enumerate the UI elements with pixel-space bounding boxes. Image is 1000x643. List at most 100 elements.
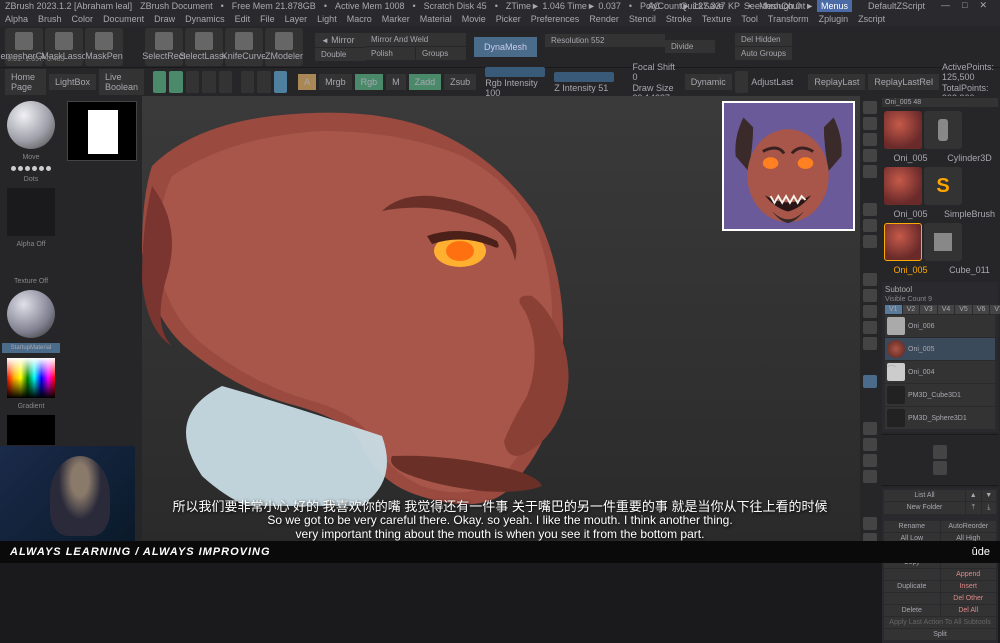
delother-button[interactable]: Del Other — [941, 593, 997, 604]
rotate-mode-icon[interactable] — [219, 71, 232, 93]
tool-preview-2[interactable] — [884, 167, 922, 205]
color-picker[interactable] — [7, 358, 55, 398]
menu-alpha[interactable]: Alpha — [5, 14, 28, 24]
xpose-icon[interactable] — [863, 470, 877, 483]
append-button[interactable]: Append — [941, 569, 997, 580]
seethrough-slider[interactable]: See-through 0 — [740, 0, 805, 12]
menu-movie[interactable]: Movie — [462, 14, 486, 24]
draw-mode-icon[interactable] — [169, 71, 182, 93]
menu-light[interactable]: Light — [317, 14, 337, 24]
menus-button[interactable]: Menus — [817, 0, 852, 12]
actual-icon[interactable] — [863, 149, 877, 162]
subtool-tab-v4[interactable]: V4 — [938, 305, 955, 314]
menu-layer[interactable]: Layer — [285, 14, 308, 24]
subtool-tab-v6[interactable]: V6 — [973, 305, 990, 314]
rename-button[interactable]: Rename — [884, 521, 940, 532]
replaylastrel-button[interactable]: ReplayLastRel — [868, 74, 939, 90]
listall-button[interactable]: List All — [884, 490, 965, 501]
menu-draw[interactable]: Draw — [154, 14, 175, 24]
tool-maskpen[interactable]: MaskPen — [85, 28, 123, 66]
menu-macro[interactable]: Macro — [347, 14, 372, 24]
scroll-icon[interactable] — [863, 117, 877, 130]
close-icon[interactable]: ✕ — [979, 0, 987, 12]
applylast-button[interactable]: Apply Last Action To All Subtools — [884, 617, 996, 628]
adjust-icon[interactable] — [735, 71, 748, 93]
lightbox-button[interactable]: LightBox — [49, 74, 96, 90]
stroke-dots-icon[interactable] — [11, 166, 51, 171]
auto-groups[interactable]: Auto Groups — [735, 47, 792, 60]
menu-render[interactable]: Render — [589, 14, 619, 24]
subtool-tab-v5[interactable]: V5 — [955, 305, 972, 314]
document-thumbnail[interactable] — [67, 101, 137, 161]
subtool-tab-v3[interactable]: V3 — [920, 305, 937, 314]
reference-image[interactable] — [722, 101, 855, 231]
persp-icon[interactable] — [863, 203, 877, 216]
frame-icon[interactable] — [863, 273, 877, 286]
bottom-icon[interactable]: ⤓ — [982, 502, 997, 514]
menu-brush[interactable]: Brush — [38, 14, 62, 24]
homepage-button[interactable]: Home Page — [5, 69, 46, 95]
arrow-down-icon[interactable] — [933, 461, 947, 475]
m-button[interactable]: M — [386, 74, 406, 90]
menu-marker[interactable]: Marker — [382, 14, 410, 24]
minimize-icon[interactable]: — — [941, 0, 950, 12]
up-icon[interactable]: ▲ — [966, 490, 981, 501]
z-intensity-slider[interactable]: Z Intensity 51 — [554, 83, 614, 93]
autoreorder-button[interactable]: AutoReorder — [941, 521, 997, 532]
scale-mode-icon[interactable] — [202, 71, 215, 93]
del-hidden[interactable]: Del Hidden — [735, 33, 792, 46]
menu-file[interactable]: File — [260, 14, 275, 24]
subtool-item[interactable]: ⌒ Oni_004 — [885, 361, 995, 383]
default-zscript[interactable]: DefaultZScript — [864, 0, 929, 12]
subtool-tab-v2[interactable]: V2 — [903, 305, 920, 314]
menu-zscript[interactable]: Zscript — [858, 14, 885, 24]
menu-tool[interactable]: Tool — [741, 14, 758, 24]
gizmo-icon[interactable] — [241, 71, 254, 93]
tool-preview-main[interactable] — [884, 111, 922, 149]
scale-view-icon[interactable] — [863, 321, 877, 334]
quicksave-button[interactable]: QuickSave — [676, 0, 728, 12]
tool-simplebrush[interactable] — [924, 167, 962, 205]
subtool-item[interactable]: ✦ Oni_006 — [885, 315, 995, 337]
mirror-prev[interactable]: ◄ Mirror — [315, 33, 365, 47]
menu-color[interactable]: Color — [72, 14, 94, 24]
menu-texture[interactable]: Texture — [702, 14, 732, 24]
down-icon[interactable]: ▼ — [982, 490, 997, 501]
tool-knifecurve[interactable]: KnifeCurve — [225, 28, 263, 66]
polish[interactable]: Polish — [365, 47, 415, 60]
bpr-icon[interactable] — [863, 101, 877, 114]
rgb-intensity-slider[interactable]: Rgb Intensity 100 — [485, 78, 545, 98]
floor-icon[interactable] — [863, 219, 877, 232]
tool-selectlasso[interactable]: SelectLasso — [185, 28, 223, 66]
transp-icon[interactable] — [863, 422, 877, 435]
tool-preview-3[interactable] — [884, 223, 922, 261]
sculptris-icon[interactable] — [257, 71, 270, 93]
move-mode-icon[interactable] — [186, 71, 199, 93]
focal-shift-slider[interactable]: Focal Shift 0 — [632, 62, 681, 82]
rgb-button[interactable]: Rgb — [355, 74, 384, 90]
top-icon[interactable]: ⤒ — [966, 502, 981, 514]
aahalf-icon[interactable] — [863, 165, 877, 178]
a-mode[interactable]: A — [298, 74, 316, 90]
subtool-tab-v7[interactable]: V7 — [990, 305, 1000, 314]
menu-stencil[interactable]: Stencil — [629, 14, 656, 24]
dynamic-button[interactable]: Dynamic — [685, 74, 732, 90]
delete-button[interactable]: Delete — [884, 605, 940, 616]
menu-stroke[interactable]: Stroke — [666, 14, 692, 24]
rotate-view-icon[interactable] — [863, 337, 877, 350]
tool-preview-cylinder[interactable] — [924, 111, 962, 149]
divide-button[interactable]: Divide — [665, 40, 715, 53]
mrgb-button[interactable]: Mrgb — [319, 74, 352, 90]
menu-transform[interactable]: Transform — [768, 14, 809, 24]
dynamic-view-icon[interactable] — [863, 289, 877, 302]
menu-zplugin[interactable]: Zplugin — [819, 14, 849, 24]
subtool-item[interactable]: Oni_005 — [885, 338, 995, 360]
tool-cube[interactable] — [924, 223, 962, 261]
arrow-up-icon[interactable] — [933, 445, 947, 459]
edit-mode-icon[interactable] — [153, 71, 166, 93]
menu-preferences[interactable]: Preferences — [531, 14, 580, 24]
newfolder-button[interactable]: New Folder — [884, 502, 965, 514]
duplicate-button[interactable]: Duplicate — [884, 581, 940, 592]
zadd-button[interactable]: Zadd — [409, 74, 442, 90]
dynamesh-mode-icon[interactable] — [274, 71, 287, 93]
